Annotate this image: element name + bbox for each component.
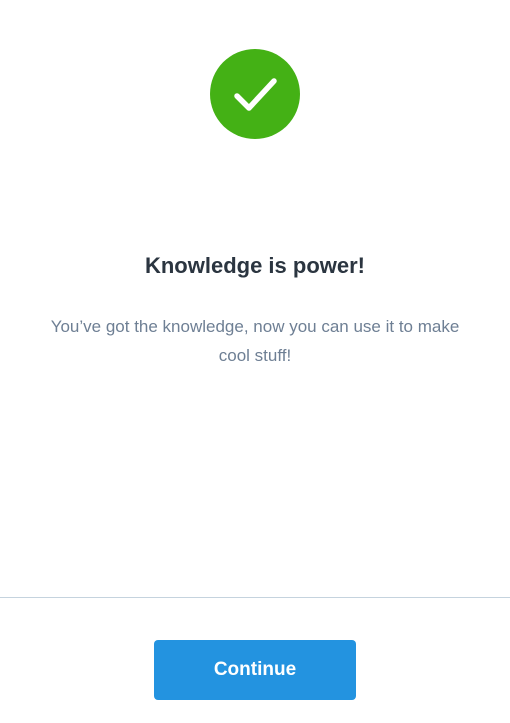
continue-button[interactable]: Continue (154, 640, 356, 700)
completion-screen: Knowledge is power! You’ve got the knowl… (0, 0, 510, 723)
checkmark-icon (210, 49, 300, 139)
page-title: Knowledge is power! (144, 253, 366, 278)
completion-message: You’ve got the knowledge, now you can us… (50, 317, 460, 365)
footer-divider (0, 597, 510, 598)
checkmark-glyph (234, 78, 277, 111)
